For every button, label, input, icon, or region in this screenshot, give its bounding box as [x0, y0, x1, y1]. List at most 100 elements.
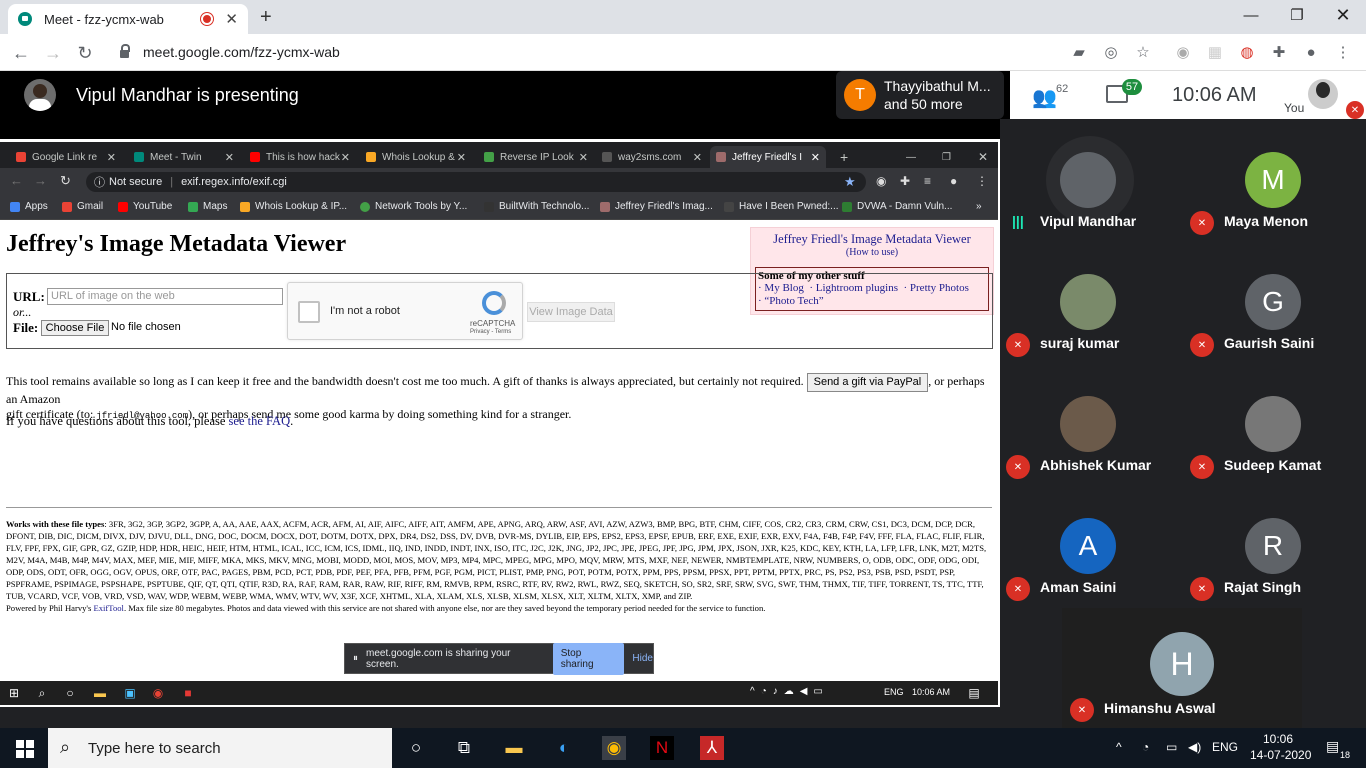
extension3-icon[interactable]: ◍: [1238, 43, 1256, 61]
bookmark-item[interactable]: YouTube: [118, 201, 172, 212]
how-to-link[interactable]: How to use: [849, 247, 895, 258]
task-view-icon[interactable]: ⧉: [452, 736, 476, 760]
extension2-icon[interactable]: ▦: [1206, 43, 1224, 61]
captcha-checkbox[interactable]: [298, 301, 320, 323]
inner-ext-icon[interactable]: ◉: [876, 174, 886, 188]
participant-avatar[interactable]: M: [1245, 152, 1301, 208]
inner-tab[interactable]: way2sms.com ✕: [596, 146, 708, 168]
mic-off-icon: ✕: [1190, 455, 1214, 479]
inner-search-icon[interactable]: ⌕: [34, 685, 50, 701]
hide-button[interactable]: Hide: [632, 653, 653, 664]
volume-icon[interactable]: ◀): [1188, 740, 1201, 754]
inner-chrome-icon[interactable]: ◉: [150, 685, 166, 701]
battery-icon[interactable]: ▭: [1166, 740, 1177, 754]
participant-avatar[interactable]: [1060, 396, 1116, 452]
edge-icon[interactable]: ◐: [552, 736, 576, 760]
inner-pdf-icon[interactable]: ■: [180, 685, 196, 701]
faq-link[interactable]: see the FAQ: [229, 414, 291, 428]
inner-forward-icon[interactable]: →: [34, 173, 47, 188]
bookmark-item[interactable]: Have I Been Pwned:...: [724, 201, 839, 212]
back-button[interactable]: ←: [8, 40, 34, 66]
bookmark-item[interactable]: Gmail: [62, 201, 103, 212]
inner-app-icon[interactable]: ▣: [122, 685, 138, 701]
choose-file-button[interactable]: Choose File: [41, 320, 109, 336]
participant-avatar[interactable]: [1060, 274, 1116, 330]
inner-tab[interactable]: Google Link re ✕: [10, 146, 122, 168]
windows-start-icon[interactable]: [16, 740, 34, 758]
people-icon[interactable]: 👥: [1032, 85, 1057, 110]
tray-time[interactable]: 10:06: [1263, 732, 1293, 746]
inner-star-icon[interactable]: ★: [844, 174, 856, 190]
close-window-button[interactable]: ✕: [1320, 0, 1366, 30]
forward-button[interactable]: →: [40, 40, 66, 66]
bookmark-item[interactable]: Maps: [188, 201, 227, 212]
inner-cortana-icon[interactable]: ○: [62, 685, 78, 701]
participant-avatar[interactable]: R: [1245, 518, 1301, 574]
paypal-button[interactable]: Send a gift via PayPal: [806, 373, 929, 392]
menu-icon[interactable]: ⋮: [1334, 43, 1352, 61]
action-center-icon[interactable]: ▤: [1326, 738, 1339, 755]
file-explorer-icon[interactable]: ▬: [502, 736, 526, 760]
tab-meet[interactable]: Meet - fzz-ycmx-wab ✕: [8, 4, 248, 34]
star-icon[interactable]: ☆: [1134, 43, 1152, 61]
bookmarks-overflow-icon[interactable]: »: [976, 201, 982, 212]
inner-tab-active[interactable]: Jeffrey Friedl's I ✕: [710, 146, 826, 168]
eye-off-icon[interactable]: ◎: [1102, 43, 1120, 61]
profile-icon[interactable]: ●: [1302, 43, 1320, 61]
cortana-icon[interactable]: ○: [404, 736, 428, 760]
participant-avatar[interactable]: [1060, 152, 1116, 208]
tray-date[interactable]: 14-07-2020: [1250, 748, 1311, 762]
inner-menu-icon[interactable]: ⋮: [976, 174, 988, 188]
participant-avatar[interactable]: A: [1060, 518, 1116, 574]
bookmark-item[interactable]: Network Tools by Y...: [360, 201, 467, 212]
url-input[interactable]: URL of image on the web: [47, 288, 283, 305]
bookmark-item[interactable]: Whois Lookup & IP...: [240, 201, 347, 212]
inner-start-icon[interactable]: ⊞: [6, 685, 22, 701]
tray-chevron-icon[interactable]: ^: [1116, 740, 1122, 754]
inner-reload-icon[interactable]: ↻: [60, 173, 71, 189]
bookmark-item[interactable]: Apps: [10, 201, 48, 212]
acrobat-icon[interactable]: ⅄: [700, 736, 724, 760]
bookmark-item[interactable]: BuiltWith Technolo...: [484, 201, 589, 212]
inner-tab[interactable]: Meet - Twin ✕: [128, 146, 240, 168]
tray-lang[interactable]: ENG: [1212, 740, 1238, 754]
netflix-icon[interactable]: N: [650, 736, 674, 760]
bookmark-item[interactable]: Jeffrey Friedl's Imag...: [600, 201, 713, 212]
inner-tab[interactable]: Reverse IP Look ✕: [478, 146, 594, 168]
inner-new-tab[interactable]: +: [834, 146, 854, 168]
inner-notification-icon[interactable]: ▤: [966, 685, 982, 701]
participant-avatar[interactable]: H: [1150, 632, 1214, 696]
inner-tab[interactable]: This is how hack ✕: [244, 146, 356, 168]
taskbar-search-box[interactable]: ⌕ Type here to search: [48, 728, 392, 768]
inner-maximize[interactable]: ❐: [936, 146, 956, 168]
stop-sharing-button[interactable]: Stop sharing: [552, 642, 625, 675]
bookmark-item[interactable]: DVWA - Damn Vuln...: [842, 201, 952, 212]
minimize-button[interactable]: —: [1228, 0, 1274, 30]
participant-avatar[interactable]: G: [1245, 274, 1301, 330]
close-tab-icon[interactable]: ✕: [225, 10, 238, 28]
network-icon[interactable]: ◔: [1142, 740, 1149, 754]
exiftool-link[interactable]: ExifTool: [94, 603, 124, 613]
inner-media-icon[interactable]: ≡: [924, 174, 931, 188]
inner-minimize[interactable]: —: [900, 146, 920, 168]
inner-puzzle-icon[interactable]: ✚: [900, 174, 910, 188]
inner-profile-icon[interactable]: ●: [950, 174, 957, 188]
inner-back-icon[interactable]: ←: [10, 173, 23, 188]
inner-tab[interactable]: Whois Lookup & ✕: [360, 146, 472, 168]
reload-button[interactable]: ↻: [72, 40, 98, 66]
captcha-terms[interactable]: Privacy - Terms: [470, 329, 511, 335]
new-tab-button[interactable]: +: [260, 6, 272, 29]
address-bar[interactable]: meet.google.com/fzz-ycmx-wab: [110, 37, 1050, 67]
maximize-button[interactable]: ❐: [1274, 0, 1320, 30]
camera-icon[interactable]: ▰: [1070, 43, 1088, 61]
participant-summary[interactable]: T Thayyibathul M... and 50 more: [836, 71, 1004, 119]
inner-explorer-icon[interactable]: ▬: [92, 685, 108, 701]
participant-avatar[interactable]: [1245, 396, 1301, 452]
meet-controls: 👥 62 57 10:06 AM You ✕: [1010, 71, 1366, 119]
inner-close[interactable]: ✕: [972, 146, 992, 168]
extension-icon[interactable]: ◉: [1174, 43, 1192, 61]
puzzle-icon[interactable]: ✚: [1270, 43, 1288, 61]
view-image-data-button[interactable]: View Image Data: [527, 302, 615, 322]
inner-address-bar[interactable]: ⓘ Not secure | exif.regex.info/exif.cgi: [86, 172, 866, 192]
chrome-icon[interactable]: ◉: [602, 736, 626, 760]
